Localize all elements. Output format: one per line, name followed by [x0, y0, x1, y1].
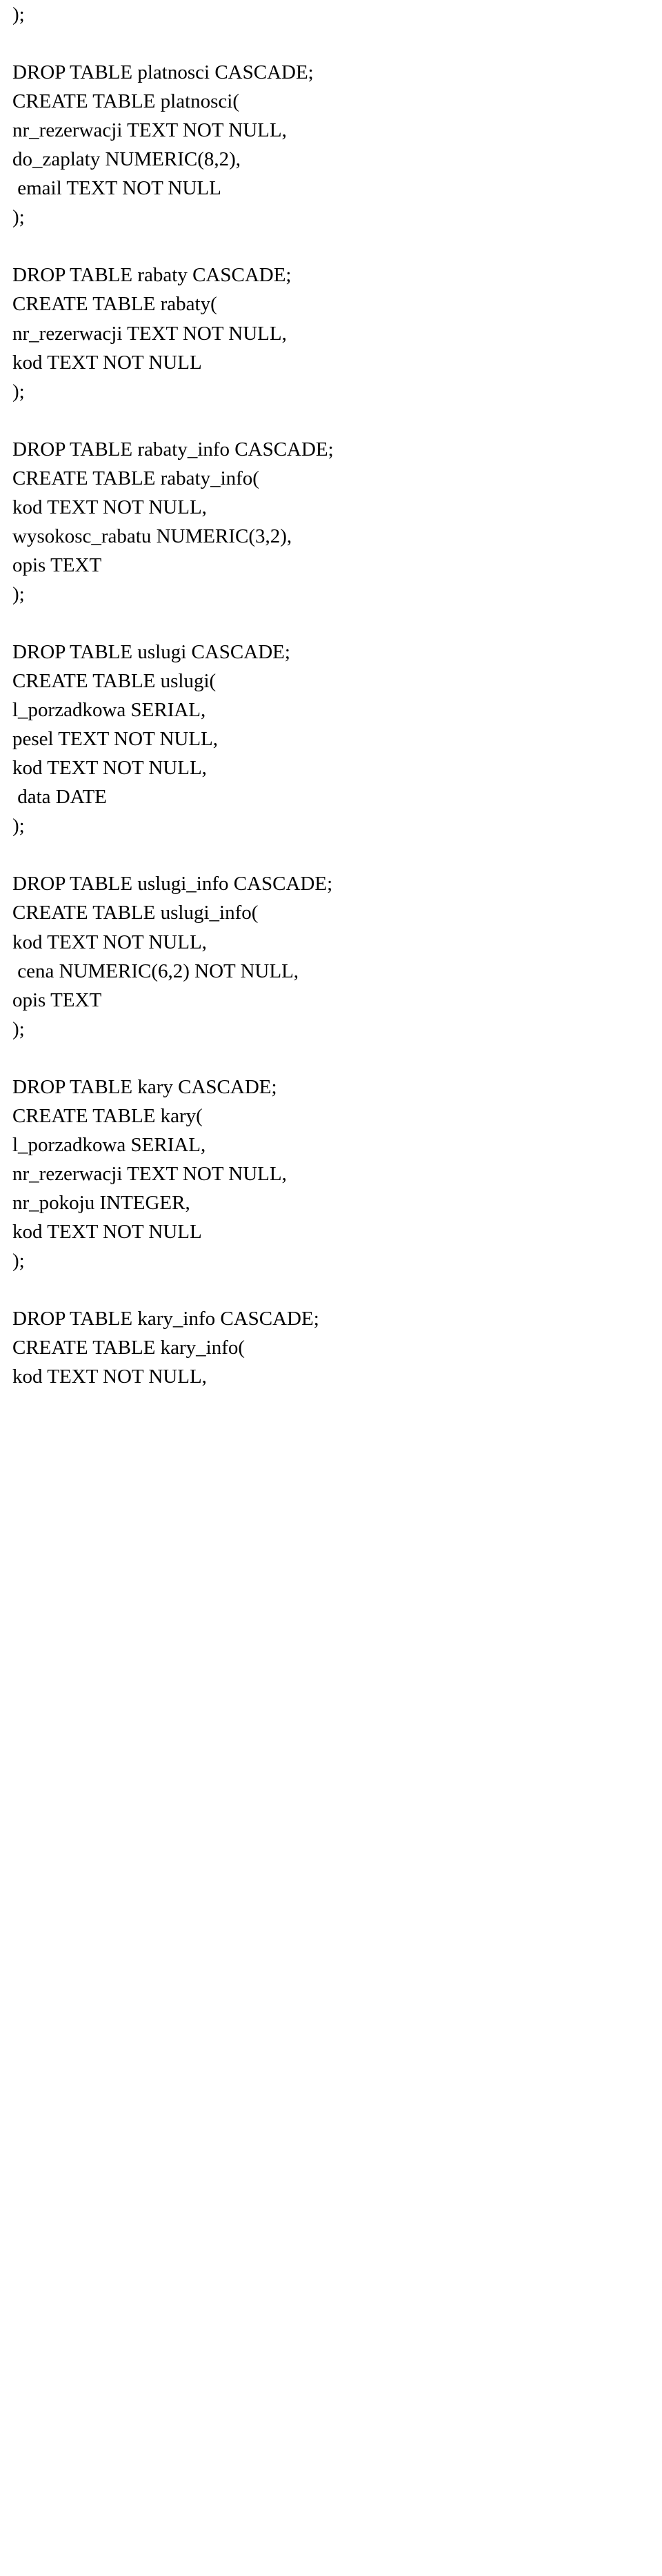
sql-code-block: ); DROP TABLE platnosci CASCADE; CREATE …	[12, 0, 650, 1391]
